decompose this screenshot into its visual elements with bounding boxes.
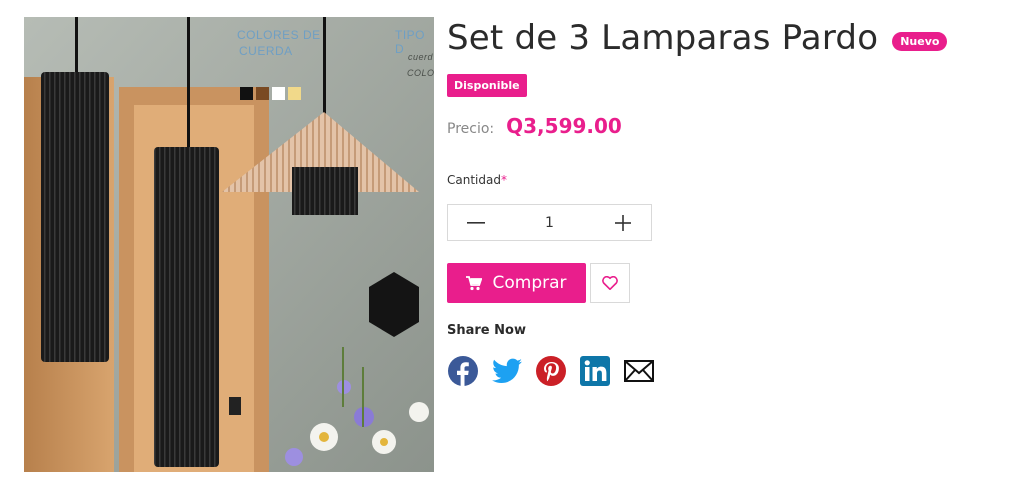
image-text-cord: CUERDA bbox=[239, 44, 293, 58]
wishlist-button[interactable] bbox=[590, 263, 630, 303]
image-text-small1: cuerd bbox=[408, 52, 434, 62]
required-mark: * bbox=[500, 173, 507, 187]
price-row: Precio: Q3,599.00 bbox=[447, 114, 622, 138]
linkedin-icon bbox=[580, 356, 610, 386]
share-twitter[interactable] bbox=[491, 355, 523, 387]
quantity-label-text: Cantidad bbox=[447, 173, 501, 187]
share-label: Share Now bbox=[447, 323, 526, 338]
image-text-small2: COLO bbox=[407, 68, 434, 78]
heart-icon bbox=[602, 276, 618, 290]
facebook-icon bbox=[448, 356, 478, 386]
share-facebook[interactable] bbox=[447, 355, 479, 387]
image-text-colors: COLORES DE bbox=[237, 28, 321, 42]
swatch-brown bbox=[256, 87, 269, 100]
lamp-photo bbox=[24, 17, 434, 472]
quantity-value[interactable]: 1 bbox=[504, 215, 595, 231]
share-linkedin[interactable] bbox=[579, 355, 611, 387]
availability-badge: Disponible bbox=[447, 74, 527, 97]
product-image[interactable]: COLORES DE CUERDA TIPO D cuerd COLO bbox=[24, 17, 434, 472]
quantity-stepper: 1 bbox=[447, 204, 652, 241]
share-pinterest[interactable] bbox=[535, 355, 567, 387]
price-label: Precio: bbox=[447, 121, 495, 137]
cart-icon bbox=[466, 275, 483, 290]
decrease-quantity-button[interactable] bbox=[448, 205, 504, 240]
product-title: Set de 3 Lamparas Pardo bbox=[447, 18, 879, 58]
twitter-icon bbox=[492, 358, 522, 383]
pinterest-icon bbox=[536, 356, 566, 386]
share-email[interactable] bbox=[623, 355, 655, 387]
buy-button[interactable]: Comprar bbox=[447, 263, 586, 303]
plus-icon bbox=[615, 214, 631, 231]
quantity-label: Cantidad* bbox=[447, 173, 507, 187]
price-value: Q3,599.00 bbox=[506, 114, 622, 138]
title-row: Set de 3 Lamparas Pardo Nuevo bbox=[447, 18, 948, 58]
new-badge: Nuevo bbox=[892, 31, 948, 51]
increase-quantity-button[interactable] bbox=[595, 205, 651, 240]
color-swatches bbox=[240, 87, 301, 100]
swatch-white bbox=[272, 87, 285, 100]
swatch-black bbox=[240, 87, 253, 100]
email-icon bbox=[624, 360, 654, 382]
minus-icon bbox=[467, 221, 485, 224]
share-icons bbox=[447, 355, 667, 387]
buy-button-label: Comprar bbox=[492, 273, 567, 293]
swatch-yellow bbox=[288, 87, 301, 100]
